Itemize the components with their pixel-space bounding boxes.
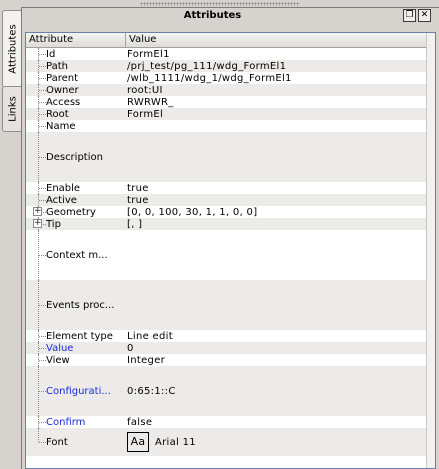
attr-value[interactable]: FormEl [127, 108, 422, 120]
attr-name: Configurati... [46, 385, 111, 397]
table-row[interactable]: Name [26, 120, 426, 132]
table-row[interactable]: + Geometry [0, 0, 100, 30, 1, 1, 0, 0] [26, 206, 426, 218]
attr-name: Id [46, 48, 56, 60]
table-row[interactable]: Parent /wlb_1111/wdg_1/wdg_FormEl1 [26, 72, 426, 84]
attr-name: Path [46, 60, 68, 72]
float-icon: ❐ [405, 10, 414, 20]
vertical-scrollbar[interactable] [426, 33, 435, 468]
attr-name: Owner [46, 84, 79, 96]
table-row[interactable]: Root FormEl [26, 108, 426, 120]
panel-titlebar: Attributes ❐ ✕ [22, 8, 439, 24]
font-value: Arial 11 [155, 436, 196, 448]
table-row[interactable]: Confirm false [26, 416, 426, 428]
table-row[interactable]: Id FormEl1 [26, 48, 426, 60]
table-row[interactable]: Path /prj_test/pg_111/wdg_FormEl1 [26, 60, 426, 72]
attr-name: Value [46, 342, 74, 354]
attr-value[interactable]: true [127, 194, 422, 206]
attr-value[interactable]: Line edit [127, 330, 422, 342]
table-row[interactable]: Description [26, 132, 426, 182]
side-tab-strip: Attributes Links [0, 6, 22, 468]
expand-geometry-icon[interactable]: + [33, 207, 42, 216]
attr-name: Events proc... [46, 299, 115, 311]
attr-name: Root [46, 108, 69, 120]
attr-value[interactable] [127, 230, 422, 280]
attr-name: Parent [46, 72, 79, 84]
tab-links[interactable]: Links [2, 86, 22, 132]
attr-name: Name [46, 120, 76, 132]
table-row[interactable]: Value 0 [26, 342, 426, 354]
column-header-attribute[interactable]: Attribute [26, 33, 126, 47]
attr-value[interactable]: Integer [127, 354, 422, 366]
table-header: Attribute Value [26, 33, 426, 48]
attr-value[interactable] [127, 280, 422, 330]
attr-name: Enable [46, 182, 81, 194]
expand-tip-icon[interactable]: + [33, 219, 42, 228]
table-row[interactable]: Active true [26, 194, 426, 206]
table-body: Id FormEl1 Path /prj_test/pg_111/wdg_For… [26, 48, 426, 456]
attr-value[interactable]: [0, 0, 100, 30, 1, 1, 0, 0] [127, 206, 422, 218]
table-row[interactable]: Access RWRWR_ [26, 96, 426, 108]
attr-name: Geometry [46, 206, 96, 218]
attr-value[interactable]: /wlb_1111/wdg_1/wdg_FormEl1 [127, 72, 422, 84]
close-button[interactable]: ✕ [418, 9, 431, 22]
table-row[interactable]: Font Aa Arial 11 [26, 428, 426, 456]
font-preview: Aa [127, 432, 149, 452]
attr-value[interactable]: [, ] [127, 218, 422, 230]
tab-attributes[interactable]: Attributes [2, 10, 22, 88]
attr-value[interactable]: false [127, 416, 422, 428]
attr-value[interactable]: 0 [127, 342, 422, 354]
attr-name: Element type [46, 330, 113, 342]
column-header-value[interactable]: Value [126, 33, 426, 47]
table-row[interactable]: Context m... [26, 230, 426, 280]
attr-value[interactable]: Aa Arial 11 [127, 428, 422, 456]
attr-value[interactable]: FormEl1 [127, 48, 422, 60]
table-row[interactable]: Enable true [26, 182, 426, 194]
table-row[interactable]: Owner root:UI [26, 84, 426, 96]
attr-name: Context m... [46, 249, 108, 261]
attr-name: Access [46, 96, 81, 108]
panel-title: Attributes [183, 10, 242, 21]
attributes-table[interactable]: Attribute Value Id FormEl1 Path /prj_tes… [25, 32, 436, 469]
attr-value[interactable]: RWRWR_ [127, 96, 422, 108]
table-row[interactable]: + Tip [, ] [26, 218, 426, 230]
float-button[interactable]: ❐ [403, 9, 416, 22]
attr-name: Font [46, 436, 68, 448]
attr-name: Description [46, 151, 103, 163]
table-row[interactable]: Element type Line edit [26, 330, 426, 342]
tab-links-label: Links [7, 96, 18, 122]
table-row[interactable]: Configurati... 0:65:1::C [26, 366, 426, 416]
table-row[interactable]: Events proc... [26, 280, 426, 330]
attr-name: Active [46, 194, 77, 206]
attr-value[interactable] [127, 132, 422, 182]
attr-name: View [46, 354, 70, 366]
attr-value[interactable]: /prj_test/pg_111/wdg_FormEl1 [127, 60, 422, 72]
table-row[interactable]: View Integer [26, 354, 426, 366]
attr-value[interactable]: 0:65:1::C [127, 366, 422, 416]
tab-attributes-label: Attributes [7, 24, 18, 74]
attr-value[interactable]: true [127, 182, 422, 194]
dock-grip[interactable] [140, 2, 300, 6]
attr-value[interactable] [127, 120, 422, 132]
attr-name: Tip [46, 218, 61, 230]
attr-name: Confirm [46, 416, 86, 428]
close-icon: ✕ [420, 10, 429, 20]
attributes-panel: Attributes ❐ ✕ Attribute Value Id FormEl… [21, 7, 439, 469]
attr-value[interactable]: root:UI [127, 84, 422, 96]
